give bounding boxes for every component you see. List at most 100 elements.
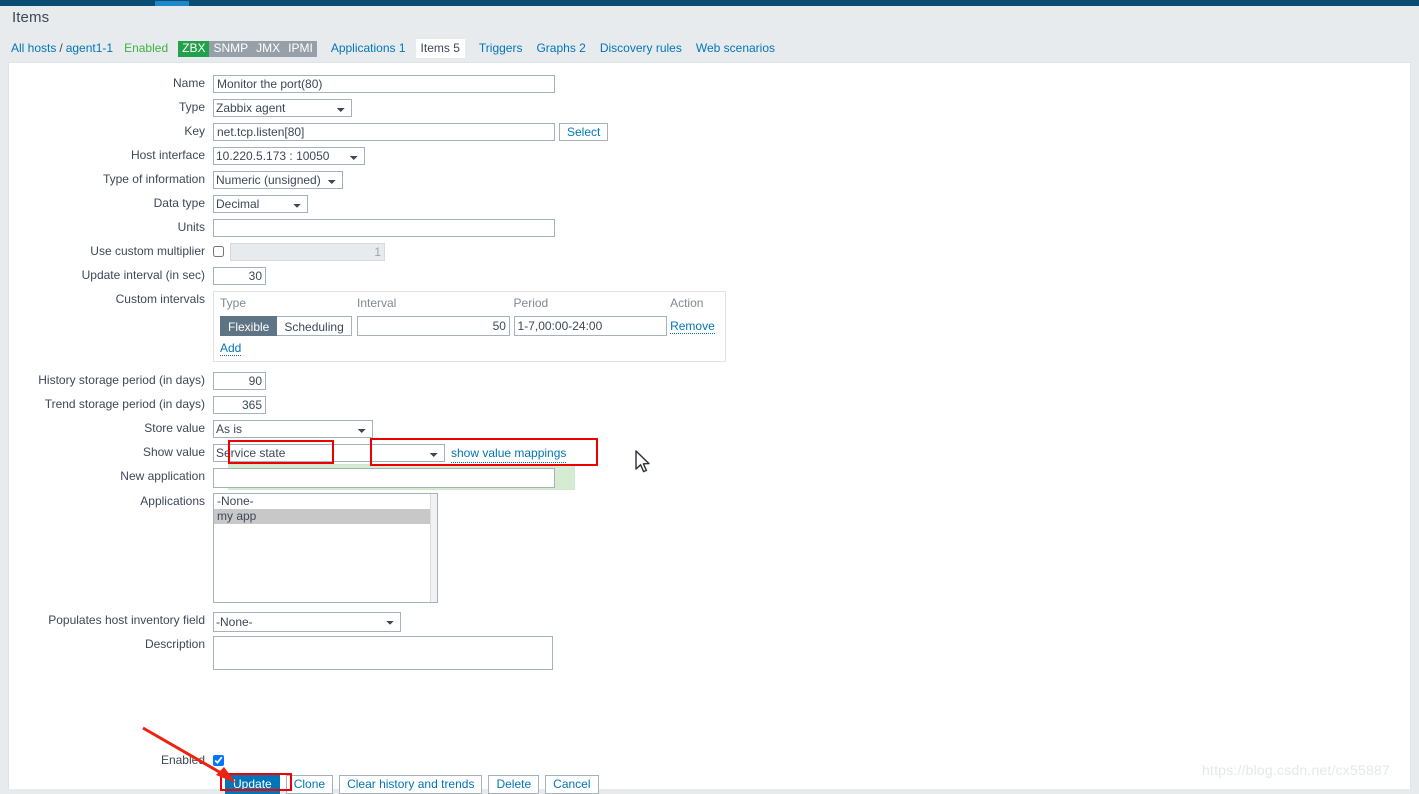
- host-interface-select[interactable]: 10.220.5.173 : 10050: [213, 147, 365, 165]
- applications-listbox[interactable]: -None- my app: [213, 493, 438, 603]
- key-select-button[interactable]: Select: [559, 123, 609, 141]
- new-application-input[interactable]: [213, 468, 555, 488]
- period-value-cell: [513, 315, 671, 336]
- field-row-custom-multiplier: Use custom multiplier: [0, 243, 385, 261]
- field-row-applications: Applications -None- my app: [0, 493, 438, 603]
- badge-ipmi[interactable]: IPMI: [284, 40, 317, 57]
- custom-interval-row: Flexible Scheduling Remove: [220, 315, 719, 336]
- col-header-interval: Interval: [356, 296, 397, 310]
- label-type: Type: [178, 100, 205, 114]
- custom-multiplier-input: [230, 243, 385, 261]
- label-applications: Applications: [140, 494, 205, 508]
- nav-web-scenarios[interactable]: Web scenarios: [696, 41, 775, 56]
- breadcrumb-all-hosts[interactable]: All hosts: [11, 41, 56, 56]
- application-option-myapp[interactable]: my app: [214, 509, 437, 524]
- active-menu-indicator: [155, 1, 189, 6]
- delete-button[interactable]: Delete: [488, 775, 540, 794]
- add-interval-cell: Add: [220, 341, 719, 356]
- data-type-select[interactable]: Decimal: [213, 195, 308, 213]
- field-row-enabled: Enabled: [0, 752, 224, 769]
- label-host-interface: Host interface: [130, 148, 205, 162]
- page-title: Items: [12, 9, 50, 26]
- badge-zbx[interactable]: ZBX: [178, 40, 210, 57]
- update-interval-input[interactable]: [213, 267, 266, 285]
- application-option-none[interactable]: -None-: [214, 494, 437, 509]
- host-status: Enabled: [124, 41, 169, 55]
- field-row-type-of-information: Type of information Numeric (unsigned): [0, 171, 343, 189]
- interface-badges: ZBX SNMP JMX IPMI: [178, 40, 317, 57]
- show-value-select[interactable]: Service state: [213, 444, 445, 462]
- nav-discovery-rules[interactable]: Discovery rules: [600, 41, 682, 56]
- label-enabled: Enabled: [160, 753, 205, 767]
- nav-items[interactable]: Items 5: [415, 39, 465, 58]
- field-row-new-application: New application: [0, 468, 555, 488]
- applications-scrollbar[interactable]: [430, 494, 437, 602]
- label-trend: Trend storage period (in days): [44, 397, 205, 411]
- label-new-application: New application: [120, 469, 205, 483]
- update-button[interactable]: Update: [225, 775, 280, 794]
- breadcrumb-separator: /: [59, 41, 63, 55]
- name-input[interactable]: [213, 75, 555, 93]
- col-header-type: Type: [220, 296, 247, 310]
- period-input[interactable]: [513, 315, 667, 336]
- store-value-select[interactable]: As is: [213, 420, 373, 438]
- field-row-description: Description: [0, 636, 553, 670]
- enabled-checkbox[interactable]: [213, 755, 224, 766]
- form-actions: Update Clone Clear history and trends De…: [225, 775, 599, 794]
- host-navigation: All hosts / agent1-1 Enabled ZBX SNMP JM…: [11, 39, 775, 58]
- label-type-of-information: Type of information: [102, 172, 205, 186]
- history-input[interactable]: [213, 372, 266, 390]
- field-row-trend: Trend storage period (in days): [0, 396, 266, 414]
- remove-interval-link[interactable]: Remove: [670, 318, 715, 334]
- field-row-name: Name: [0, 75, 555, 93]
- field-row-custom-intervals: Custom intervals Type Interval Period Ac…: [0, 291, 726, 362]
- label-data-type: Data type: [153, 196, 205, 210]
- badge-jmx[interactable]: JMX: [252, 40, 285, 57]
- label-show-value: Show value: [142, 445, 205, 459]
- field-row-store-value: Store value As is: [0, 420, 373, 438]
- breadcrumb-host[interactable]: agent1-1: [66, 41, 113, 56]
- col-header-period: Period: [513, 296, 549, 310]
- field-row-type: Type Zabbix agent: [0, 99, 352, 117]
- add-interval-link[interactable]: Add: [220, 341, 242, 356]
- field-row-history: History storage period (in days): [0, 372, 266, 390]
- interval-input[interactable]: [356, 315, 510, 336]
- toggle-scheduling[interactable]: Scheduling: [277, 315, 352, 336]
- field-row-host-inventory: Populates host inventory field -None-: [0, 612, 401, 632]
- type-of-information-select[interactable]: Numeric (unsigned): [213, 171, 343, 189]
- field-row-key: Key Select: [0, 123, 609, 141]
- nav-graphs[interactable]: Graphs 2: [536, 41, 585, 56]
- label-name: Name: [172, 76, 205, 90]
- type-select[interactable]: Zabbix agent: [213, 99, 352, 117]
- label-store-value: Store value: [144, 421, 205, 435]
- badge-snmp[interactable]: SNMP: [209, 40, 253, 57]
- cancel-button[interactable]: Cancel: [545, 775, 599, 794]
- label-units: Units: [177, 220, 205, 234]
- top-navigation-bar: [0, 0, 1419, 6]
- host-inventory-select[interactable]: -None-: [213, 612, 401, 632]
- show-value-mappings-link[interactable]: show value mappings: [451, 444, 567, 463]
- label-update-interval: Update interval (in sec): [81, 268, 205, 282]
- clone-button[interactable]: Clone: [285, 775, 334, 794]
- custom-multiplier-checkbox[interactable]: [213, 246, 224, 257]
- field-row-update-interval: Update interval (in sec): [0, 267, 266, 285]
- nav-applications[interactable]: Applications 1: [331, 41, 406, 56]
- interval-type-toggle: Flexible Scheduling: [220, 315, 357, 336]
- field-row-data-type: Data type Decimal: [0, 195, 308, 213]
- key-input[interactable]: [213, 123, 555, 141]
- field-row-show-value: Show value Service state show value mapp…: [0, 444, 567, 463]
- label-custom-intervals: Custom intervals: [115, 292, 205, 306]
- custom-intervals-table: Type Interval Period Action Flexible Sch…: [213, 291, 726, 362]
- interval-value-cell: [356, 315, 514, 336]
- label-key: Key: [184, 124, 205, 138]
- label-custom-multiplier: Use custom multiplier: [90, 244, 205, 258]
- trend-input[interactable]: [213, 396, 266, 414]
- description-textarea[interactable]: [213, 636, 553, 670]
- custom-intervals-header: Type Interval Period Action: [220, 296, 719, 313]
- interval-action-cell: Remove: [670, 318, 719, 334]
- units-input[interactable]: [213, 219, 555, 237]
- clear-history-button[interactable]: Clear history and trends: [339, 775, 483, 794]
- nav-triggers[interactable]: Triggers: [479, 41, 523, 56]
- toggle-flexible[interactable]: Flexible: [220, 315, 278, 336]
- col-header-action: Action: [670, 296, 704, 310]
